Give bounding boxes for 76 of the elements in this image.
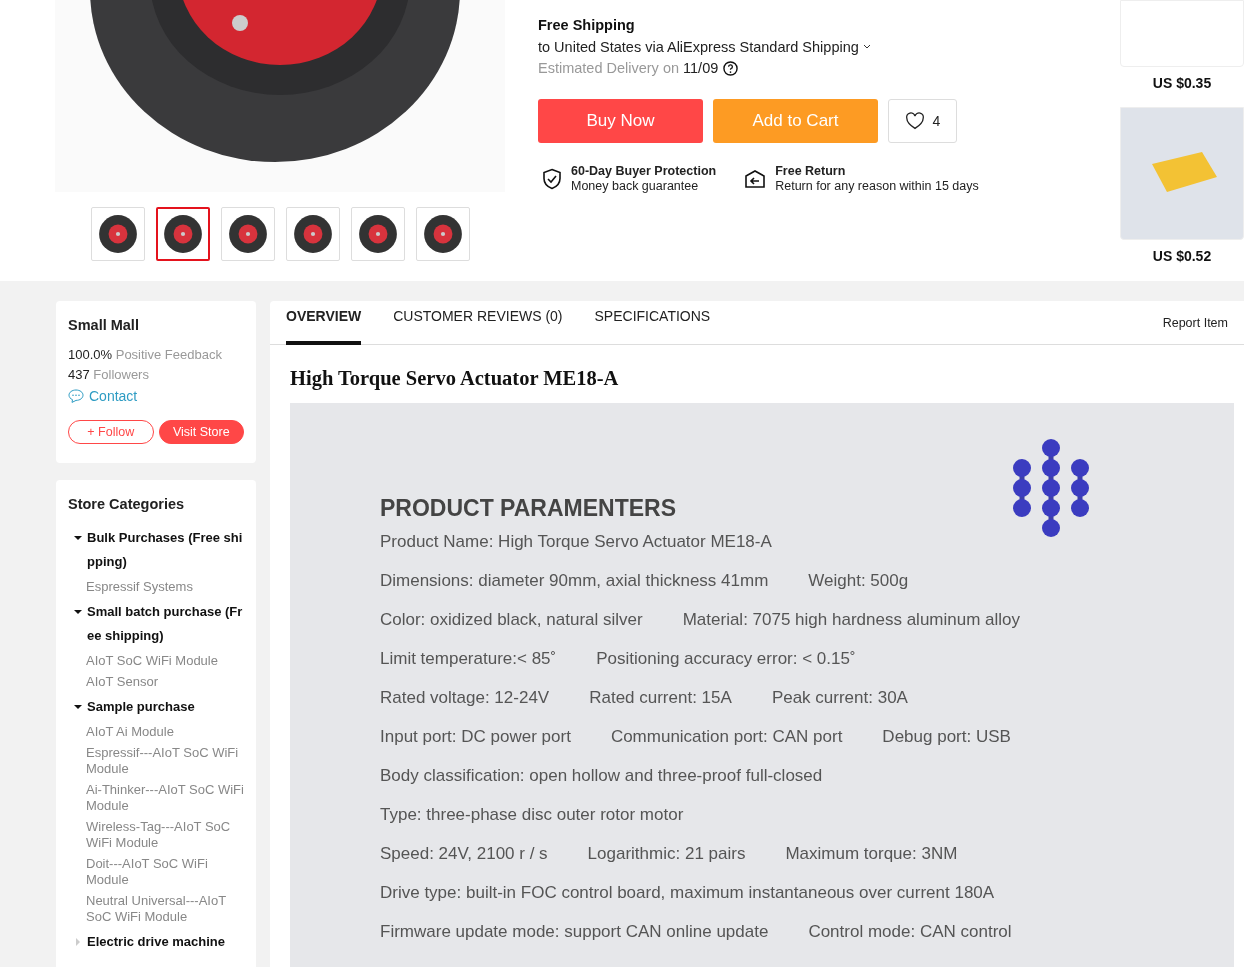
parameter-text: Material: 7075 high hardness aluminum alloy [682, 609, 1021, 630]
chat-bubble-icon [68, 389, 84, 403]
parameter-text: Dimensions: diameter 90mm, axial thickness 41mm [380, 570, 769, 591]
guarantee-subtitle: Money back guarantee [571, 179, 700, 194]
follow-button[interactable]: + Follow [68, 420, 154, 444]
subcategory-item[interactable]: Wireless-Tag---AIoT SoC WiFi Module [68, 819, 244, 851]
caret-down-icon[interactable] [74, 703, 82, 711]
product-title: High Torque Servo Actuator ME18-A [290, 367, 620, 390]
guarantee-title: Free Return [775, 164, 847, 179]
motor-drawing [357, 213, 399, 255]
shipping-route: to United States via AliExpress Standard Shipping [538, 39, 859, 55]
parameter-text: Debug port: USB [882, 726, 1011, 747]
subcategory-item[interactable]: Ai-Thinker---AIoT SoC WiFi Module [68, 782, 244, 814]
subcategory-item[interactable]: Neutral Universal---AIoT SoC WiFi Module [68, 893, 244, 925]
caret-down-icon[interactable] [74, 534, 82, 542]
guarantee-title: 60-Day Buyer Protection [571, 164, 717, 179]
parameter-text: Color: oxidized black, natural silver [380, 609, 643, 630]
wishlist-button[interactable]: 4 [888, 99, 957, 143]
followers-count: 437 Followers [68, 367, 150, 382]
parameters-heading: PRODUCT PARAMENTERS [380, 495, 678, 522]
parameter-text: Body classification: open hollow and three-proof full-closed [380, 765, 823, 786]
subcategory-item[interactable]: AIoT Sensor [68, 674, 244, 690]
subcategory-item[interactable]: Espressif---AIoT SoC WiFi Module [68, 745, 244, 777]
parameter-text: Input port: DC power port [380, 726, 571, 747]
help-icon[interactable] [723, 60, 739, 76]
subcategory-item[interactable]: Doit---AIoT SoC WiFi Module [68, 856, 244, 888]
dots-logo-icon [1010, 438, 1092, 538]
subcategory-item[interactable]: AIoT Ai Module [68, 724, 244, 740]
tab[interactable]: OVERVIEW [286, 301, 362, 345]
parameter-text: Logarithmic: 21 pairs [587, 843, 746, 864]
parameter-text: Control mode: CAN control [808, 921, 1012, 942]
shield-check-icon [542, 168, 562, 190]
motor-drawing [227, 213, 269, 255]
subcategory-item[interactable]: Espressif Systems [68, 579, 244, 595]
category-item[interactable]: Bulk Purchases (Free shi pping) [87, 526, 244, 574]
parameter-text: Positioning accuracy error: < 0.15˚ [596, 648, 856, 669]
parameter-text: Peak current: 30A [771, 687, 908, 708]
category-item[interactable]: Electric drive machine [87, 930, 225, 954]
delivery-estimate: Estimated Delivery on 11/09 [538, 60, 719, 76]
shipping-title: Free Shipping [538, 17, 636, 33]
parameter-text: Rated current: 15A [589, 687, 732, 708]
motor-drawing [292, 213, 334, 255]
caret-down-icon[interactable] [74, 608, 82, 616]
motor-drawing [162, 213, 204, 255]
buy-now-button[interactable]: Buy Now [538, 99, 703, 143]
parameter-text: Rated voltage: 12-24V [380, 687, 550, 708]
visit-store-button[interactable]: Visit Store [158, 420, 244, 444]
thumbnail[interactable] [156, 207, 210, 261]
contact-link[interactable]: Contact [68, 388, 244, 404]
chevron-down-icon[interactable] [862, 44, 871, 50]
category-item[interactable]: Small batch purchase (Fr ee shipping) [87, 600, 244, 648]
parameter-text: Product Name: High Torque Servo Actuator ME18-A [380, 531, 772, 552]
parameter-text: Type: three-phase disc outer rotor motor [380, 804, 684, 825]
parameter-text: Speed: 24V, 2100 r / s [380, 843, 548, 864]
parameter-text: Maximum torque: 3NM [785, 843, 958, 864]
report-item-link[interactable]: Report Item [1162, 315, 1228, 330]
parameter-text: Weight: 500g [808, 570, 909, 591]
parameter-text: Communication port: CAN port [610, 726, 843, 747]
categories-title: Store Categories [68, 496, 186, 512]
motor-drawing [97, 213, 139, 255]
product-price: US $0.52 [1151, 248, 1213, 264]
category-item[interactable]: Sample purchase [87, 695, 195, 719]
parameter-text: Drive type: built-in FOC control board, maximum instantaneous over current 180A [380, 882, 995, 903]
parameter-text: Firmware update mode: support CAN online update [380, 921, 769, 942]
store-name: Small Mall [68, 317, 140, 333]
return-box-icon [744, 169, 767, 189]
heart-icon [904, 112, 925, 130]
add-to-cart-button[interactable]: Add to Cart [713, 99, 878, 143]
positive-feedback: 100.0% Positive Feedback [68, 347, 223, 362]
guarantee-subtitle: Return for any reason within 15 days [775, 179, 979, 194]
motor-drawing [422, 213, 464, 255]
subcategory-item[interactable]: AIoT SoC WiFi Module [68, 653, 244, 669]
product-price: US $0.35 [1151, 75, 1213, 91]
tab[interactable]: CUSTOMER REVIEWS (0) [393, 301, 563, 345]
parameter-text: Limit temperature:< 85˚ [380, 648, 557, 669]
tab[interactable]: SPECIFICATIONS [594, 301, 711, 345]
